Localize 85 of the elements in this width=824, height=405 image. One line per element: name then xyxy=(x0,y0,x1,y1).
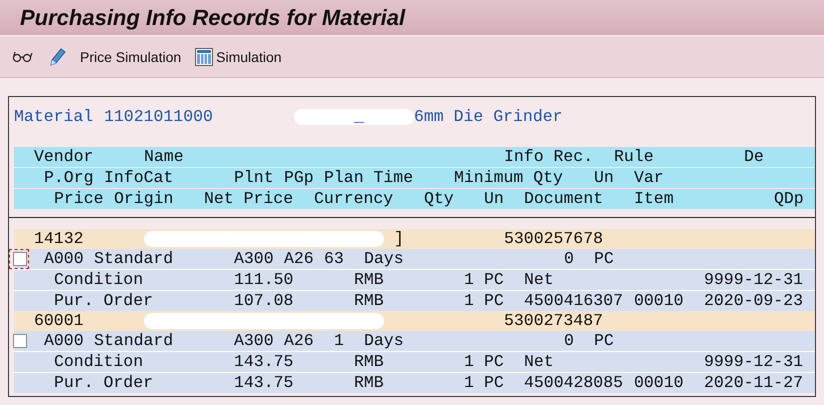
price-origin: Condition xyxy=(54,352,144,372)
item: 00010 xyxy=(634,373,684,393)
column-header: Price xyxy=(54,189,104,209)
minimum-quantity: 0 xyxy=(564,249,574,269)
pencil-icon xyxy=(48,47,66,67)
column-header: Name xyxy=(144,147,184,167)
column-header: Item xyxy=(634,189,674,209)
net-price: 143.75 xyxy=(234,352,294,372)
time-unit: Days xyxy=(364,331,404,351)
column-header: Info Rec. xyxy=(504,147,594,167)
info-record-number: 5300273487 xyxy=(504,311,604,331)
planned-time: 63 xyxy=(324,249,344,269)
date: 9999-12-31 xyxy=(704,352,804,372)
column-header: Origin xyxy=(114,189,174,209)
column-header: P.Org xyxy=(44,168,94,188)
time-unit: Days xyxy=(364,249,404,269)
document: Net xyxy=(524,270,554,290)
material-label: Material xyxy=(14,107,94,127)
column-header: Net Price xyxy=(204,189,294,209)
plant: A300 xyxy=(234,331,274,351)
quantity: 1 xyxy=(464,352,474,372)
date: 2020-09-23 xyxy=(704,291,804,311)
unit: PC xyxy=(484,270,504,290)
row-checkbox[interactable] xyxy=(13,252,27,266)
column-header: Minimum Qty xyxy=(454,168,564,188)
simulation-button[interactable]: Simulation xyxy=(193,44,284,70)
material-number: 11021011000 xyxy=(104,107,214,127)
info-category: Standard xyxy=(94,249,174,269)
purchasing-group: A26 xyxy=(284,331,314,351)
column-header: Un xyxy=(594,168,614,188)
vendor-name: ] xyxy=(394,229,404,249)
material-mark: _ xyxy=(354,107,364,127)
row-checkbox[interactable] xyxy=(13,334,27,348)
quantity: 1 xyxy=(464,291,474,311)
column-header: Plan Time xyxy=(324,168,414,188)
minimum-quantity: 0 xyxy=(564,331,574,351)
document: 4500428085 xyxy=(524,373,624,393)
unit: PC xyxy=(484,373,504,393)
document: 4500416307 xyxy=(524,291,624,311)
unit: PC xyxy=(484,352,504,372)
unit: PC xyxy=(594,249,614,269)
column-header: QDp xyxy=(774,189,804,209)
currency: RMB xyxy=(354,291,384,311)
price-origin: Pur. Order xyxy=(54,291,154,311)
column-header: Plnt xyxy=(234,168,274,188)
document: Net xyxy=(524,352,554,372)
plant: A300 xyxy=(234,249,274,269)
net-price: 111.50 xyxy=(234,270,294,290)
quantity: 1 xyxy=(464,270,474,290)
column-header: Currency xyxy=(314,189,394,209)
net-price: 107.08 xyxy=(234,291,294,311)
info-category: Standard xyxy=(94,331,174,351)
currency: RMB xyxy=(354,373,384,393)
item: 00010 xyxy=(634,291,684,311)
column-header: PGp xyxy=(284,168,314,188)
column-header: Vendor xyxy=(34,147,94,167)
column-header: InfoCat xyxy=(104,168,174,188)
vendor-number: 14132 xyxy=(34,229,84,249)
purchasing-org: A000 xyxy=(44,249,84,269)
column-header: Un xyxy=(484,189,504,209)
price-origin: Pur. Order xyxy=(54,373,154,393)
material-description: 6mm Die Grinder xyxy=(414,107,564,127)
quantity: 1 xyxy=(464,373,474,393)
column-header: Document xyxy=(524,189,604,209)
purchasing-group: A26 xyxy=(284,249,314,269)
date: 9999-12-31 xyxy=(704,270,804,290)
currency: RMB xyxy=(354,352,384,372)
purchasing-org: A000 xyxy=(44,331,84,351)
currency: RMB xyxy=(354,270,384,290)
column-header: Var xyxy=(634,168,664,188)
glasses-icon xyxy=(12,50,34,64)
info-record-number: 5300257678 xyxy=(504,229,604,249)
date: 2020-11-27 xyxy=(704,373,804,393)
column-header: Rule xyxy=(614,147,654,167)
price-simulation-button[interactable]: Price Simulation xyxy=(78,44,184,70)
window-title: Purchasing Info Records for Material xyxy=(20,4,406,30)
table-icon xyxy=(195,48,214,66)
vendor-number: 60001 xyxy=(34,311,84,331)
column-header: De xyxy=(744,147,764,167)
unit: PC xyxy=(594,331,614,351)
net-price: 143.75 xyxy=(234,373,294,393)
column-header: Qty xyxy=(424,189,454,209)
unit: PC xyxy=(484,291,504,311)
planned-time: 1 xyxy=(334,331,344,351)
price-origin: Condition xyxy=(54,270,144,290)
